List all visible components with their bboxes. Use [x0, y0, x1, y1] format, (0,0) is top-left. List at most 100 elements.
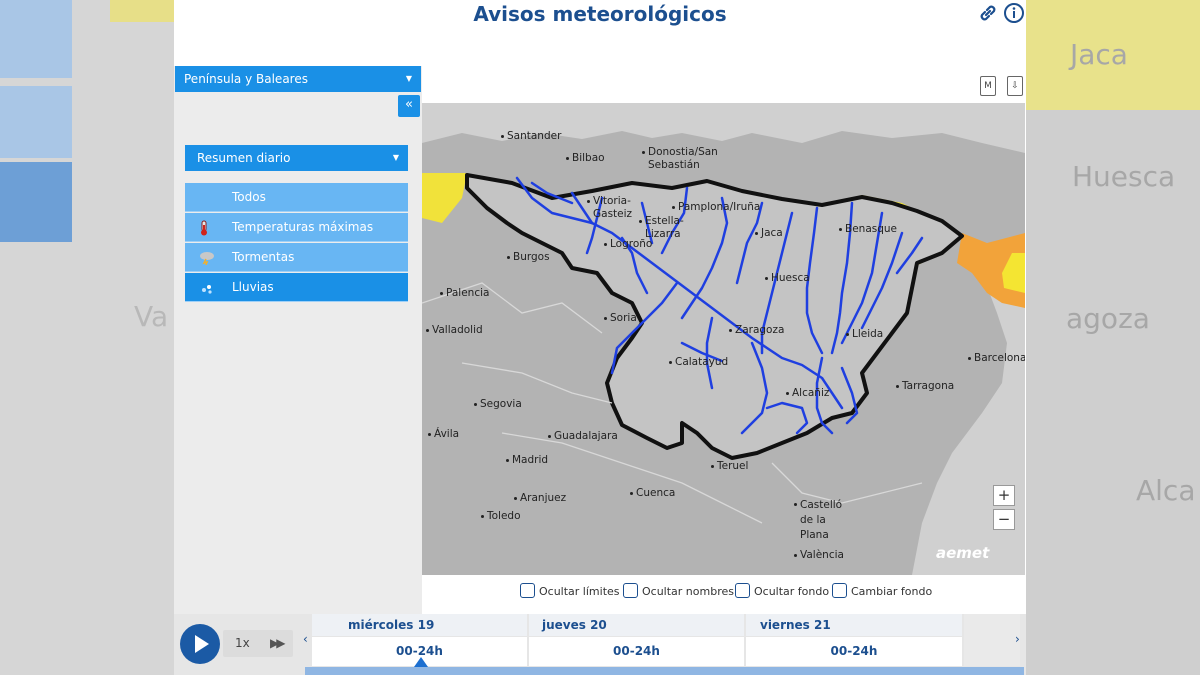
city-label: Ávila — [427, 428, 460, 440]
timeline-tail — [964, 614, 1020, 666]
city-label: Palencia — [439, 287, 490, 299]
option-label: Cambiar fondo — [851, 585, 933, 598]
checkbox-box[interactable] — [520, 583, 535, 598]
time-slot[interactable]: 00-24h — [746, 638, 962, 664]
bg-label: Alca — [1136, 474, 1196, 507]
day-name: jueves 20 — [529, 614, 744, 637]
city-label: Bilbao — [566, 152, 605, 164]
zoom-in-button[interactable]: + — [993, 485, 1015, 506]
timeline-position-marker[interactable] — [414, 657, 428, 667]
city-label: Aranjuez — [513, 492, 567, 504]
bg-label: Jaca — [1070, 38, 1128, 71]
option-label: Ocultar nombres — [642, 585, 734, 598]
city-label: Burgos — [507, 251, 550, 263]
city-label: Guadalajara — [548, 430, 618, 442]
speed-control[interactable]: 1x ▶▶ — [223, 630, 293, 657]
city-label: Cuenca — [629, 487, 676, 499]
day-friday[interactable]: viernes 21 00-24h — [746, 614, 964, 666]
city-label: Barcelona — [967, 352, 1025, 364]
timeline: 1x ▶▶ ‹ miércoles 19 00-24h jueves 20 00… — [174, 614, 1026, 675]
timeline-next-arrow[interactable]: › — [1015, 632, 1020, 646]
rain-icon — [199, 273, 215, 302]
city-label: Benasque — [838, 223, 898, 235]
hide-names-checkbox[interactable]: Ocultar nombres — [623, 583, 734, 598]
city-label: Estella-Lizarra — [639, 215, 697, 241]
city-label: València — [794, 549, 844, 561]
summary-select-label: Resumen diario — [197, 151, 291, 165]
chevron-down-icon: ▼ — [405, 74, 412, 83]
download-icon[interactable]: ⇩ — [1007, 76, 1023, 96]
option-label: Ocultar límites — [539, 585, 620, 598]
layer-label: Lluvias — [232, 280, 274, 294]
bg-sidebar-block — [0, 0, 72, 78]
link-icon[interactable] — [977, 2, 999, 24]
checkbox-box[interactable] — [735, 583, 750, 598]
day-name: viernes 21 — [746, 614, 962, 637]
city-label: Alcañiz — [785, 387, 830, 399]
city-label: Lleida — [845, 328, 884, 340]
hide-background-checkbox[interactable]: Ocultar fondo — [735, 583, 829, 598]
hide-limits-checkbox[interactable]: Ocultar límites — [520, 583, 620, 598]
checkbox-box[interactable] — [832, 583, 847, 598]
time-slot[interactable]: 00-24h — [529, 638, 744, 664]
city-label: Pamplona/Iruña — [671, 201, 761, 213]
timeline-days: miércoles 19 00-24h jueves 20 00-24h vie… — [312, 614, 964, 666]
play-button[interactable] — [180, 624, 220, 664]
fast-forward-icon[interactable]: ▶▶ — [270, 630, 286, 657]
timeline-prev-arrow[interactable]: ‹ — [303, 632, 308, 646]
layer-item-todos[interactable]: Todos — [185, 183, 408, 212]
bg-sidebar-block — [0, 86, 72, 158]
region-select-label: Península y Baleares — [184, 72, 308, 86]
city-label: Madrid — [505, 454, 549, 466]
day-thursday[interactable]: jueves 20 00-24h — [529, 614, 746, 666]
city-label: Toledo — [481, 510, 521, 522]
layer-item-temperaturas[interactable]: Temperaturas máximas — [185, 213, 408, 242]
city-label: Tarragona — [895, 380, 955, 392]
city-label: Huesca — [765, 272, 810, 284]
timeline-progress-bar[interactable] — [305, 667, 1024, 675]
info-icon[interactable] — [1003, 2, 1025, 24]
layer-item-lluvias[interactable]: Lluvias — [185, 273, 408, 302]
city-label: Segovia — [474, 398, 522, 410]
region-select[interactable]: Península y Baleares ▼ — [175, 66, 421, 92]
city-label: Calatayud — [668, 356, 729, 368]
change-background-checkbox[interactable]: Cambiar fondo — [832, 583, 932, 598]
warnings-panel: Avisos meteorológicos Península y Balear… — [174, 0, 1026, 675]
layer-label: Temperaturas máximas — [232, 220, 374, 234]
city-label: Teruel — [710, 460, 749, 472]
bg-label: agoza — [1066, 302, 1150, 335]
city-label: Zaragoza — [728, 324, 785, 336]
collapse-sidebar-button[interactable]: « — [398, 95, 420, 117]
city-label: Vitoria-Gasteiz — [587, 195, 645, 221]
speed-label: 1x — [235, 636, 250, 650]
aemet-logo: aemet — [936, 544, 990, 562]
city-label: Donostia/San Sebastián — [642, 146, 728, 172]
thermometer-icon — [199, 213, 209, 242]
bg-label: Huesca — [1072, 160, 1176, 193]
storm-icon — [199, 243, 215, 272]
map-view[interactable]: Santander Bilbao Donostia/San Sebastián … — [422, 103, 1025, 575]
city-label: Jaca — [755, 227, 783, 239]
city-label: Soria — [604, 312, 637, 324]
option-label: Ocultar fondo — [754, 585, 830, 598]
chevron-down-icon: ▼ — [392, 153, 399, 162]
background-left: Va — [0, 0, 174, 675]
city-label: Santander — [500, 130, 562, 142]
city-label: Valladolid — [426, 324, 483, 336]
layer-label: Tormentas — [232, 250, 295, 264]
zoom-out-button[interactable]: − — [993, 509, 1015, 530]
page-title: Avisos meteorológicos — [473, 2, 727, 26]
bg-warning-area — [110, 0, 174, 22]
map-type-button[interactable]: M — [980, 76, 996, 96]
day-name: miércoles 19 — [312, 614, 527, 637]
summary-select[interactable]: Resumen diario ▼ — [185, 145, 408, 171]
bg-sidebar-block — [0, 162, 72, 242]
layer-item-tormentas[interactable]: Tormentas — [185, 243, 408, 272]
checkbox-box[interactable] — [623, 583, 638, 598]
background-right: Jaca Huesca agoza Alca — [1026, 0, 1200, 675]
map-canvas — [422, 103, 1025, 575]
layer-label: Todos — [232, 190, 266, 204]
city-label: Logroño — [603, 238, 653, 250]
bg-label: Va — [134, 300, 169, 333]
city-label: Castelló de la Plana — [794, 499, 843, 541]
